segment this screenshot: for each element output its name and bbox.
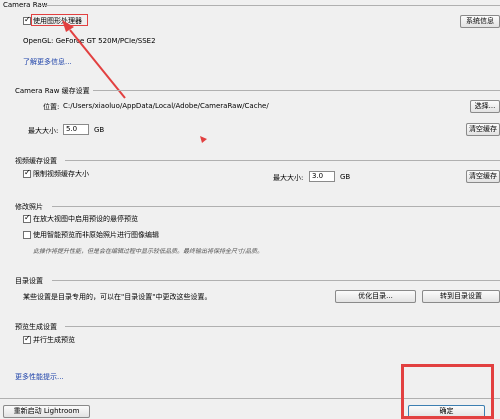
- checkmark-icon: ✓: [24, 168, 31, 177]
- more-performance-tips-link[interactable]: 更多性能提示...: [15, 372, 64, 382]
- cache-max-size-unit: GB: [94, 126, 105, 134]
- checkmark-icon: ✓: [24, 213, 31, 222]
- video-cache-max-size-label: 最大大小:: [273, 174, 304, 182]
- cache-location-label: 位置:: [43, 103, 60, 111]
- group-divider: [65, 160, 500, 161]
- clear-video-cache-button[interactable]: 清空缓存: [466, 170, 500, 183]
- group-divider: [52, 280, 500, 281]
- goto-catalog-settings-button[interactable]: 转到目录设置: [422, 290, 500, 303]
- hover-preview-checkbox[interactable]: ✓: [23, 213, 31, 223]
- checkmark-icon: ✓: [24, 334, 31, 343]
- preview-group-title: 预览生成设置: [15, 323, 57, 331]
- cache-max-size-label: 最大大小:: [28, 127, 59, 135]
- cache-location-path: C:/Users/xiaoluo/AppData/Local/Adobe/Cam…: [63, 102, 269, 110]
- clear-cache-button[interactable]: 清空缓存: [466, 123, 500, 136]
- modify-photos-group-title: 修改照片: [15, 203, 43, 211]
- smart-preview-label[interactable]: 使用智能预览而非原始照片进行图像编辑: [33, 230, 159, 240]
- annotation-arrow-icon: [62, 20, 207, 143]
- hover-preview-label[interactable]: 在放大视图中启用预设的悬停预览: [33, 214, 138, 224]
- cache-max-size-input[interactable]: 5.0: [63, 124, 89, 135]
- group-divider: [93, 90, 500, 91]
- smart-preview-note: 此操作将提升性能，但是会在编辑过程中显示较低品质。最终输出将保持全尺寸/品质。: [33, 248, 264, 255]
- limit-video-cache-checkbox[interactable]: ✓: [23, 168, 31, 178]
- video-cache-max-size-unit: GB: [340, 173, 351, 181]
- parallel-preview-checkbox[interactable]: ✓: [23, 334, 31, 344]
- optimize-catalog-button[interactable]: 优化目录...: [335, 290, 416, 303]
- limit-video-cache-label[interactable]: 限制视频缓存大小: [33, 169, 89, 179]
- restart-lightroom-button[interactable]: 重新启动 Lightroom: [3, 405, 90, 418]
- video-cache-max-size-input[interactable]: 3.0: [309, 171, 335, 182]
- catalog-group-title: 目录设置: [15, 277, 43, 285]
- smart-preview-checkbox[interactable]: [23, 231, 31, 239]
- parallel-preview-label[interactable]: 并行生成预览: [33, 335, 75, 345]
- video-cache-group-title: 视频缓存设置: [15, 157, 57, 165]
- catalog-description: 某些设置是目录专用的，可以在"目录设置"中更改这些设置。: [23, 293, 212, 301]
- annotation-highlight-box: [401, 364, 494, 419]
- group-divider: [65, 326, 500, 327]
- select-cache-button[interactable]: 选择...: [470, 100, 500, 113]
- group-divider: [52, 206, 500, 207]
- cache-group-title: Camera Raw 缓存设置: [15, 87, 90, 95]
